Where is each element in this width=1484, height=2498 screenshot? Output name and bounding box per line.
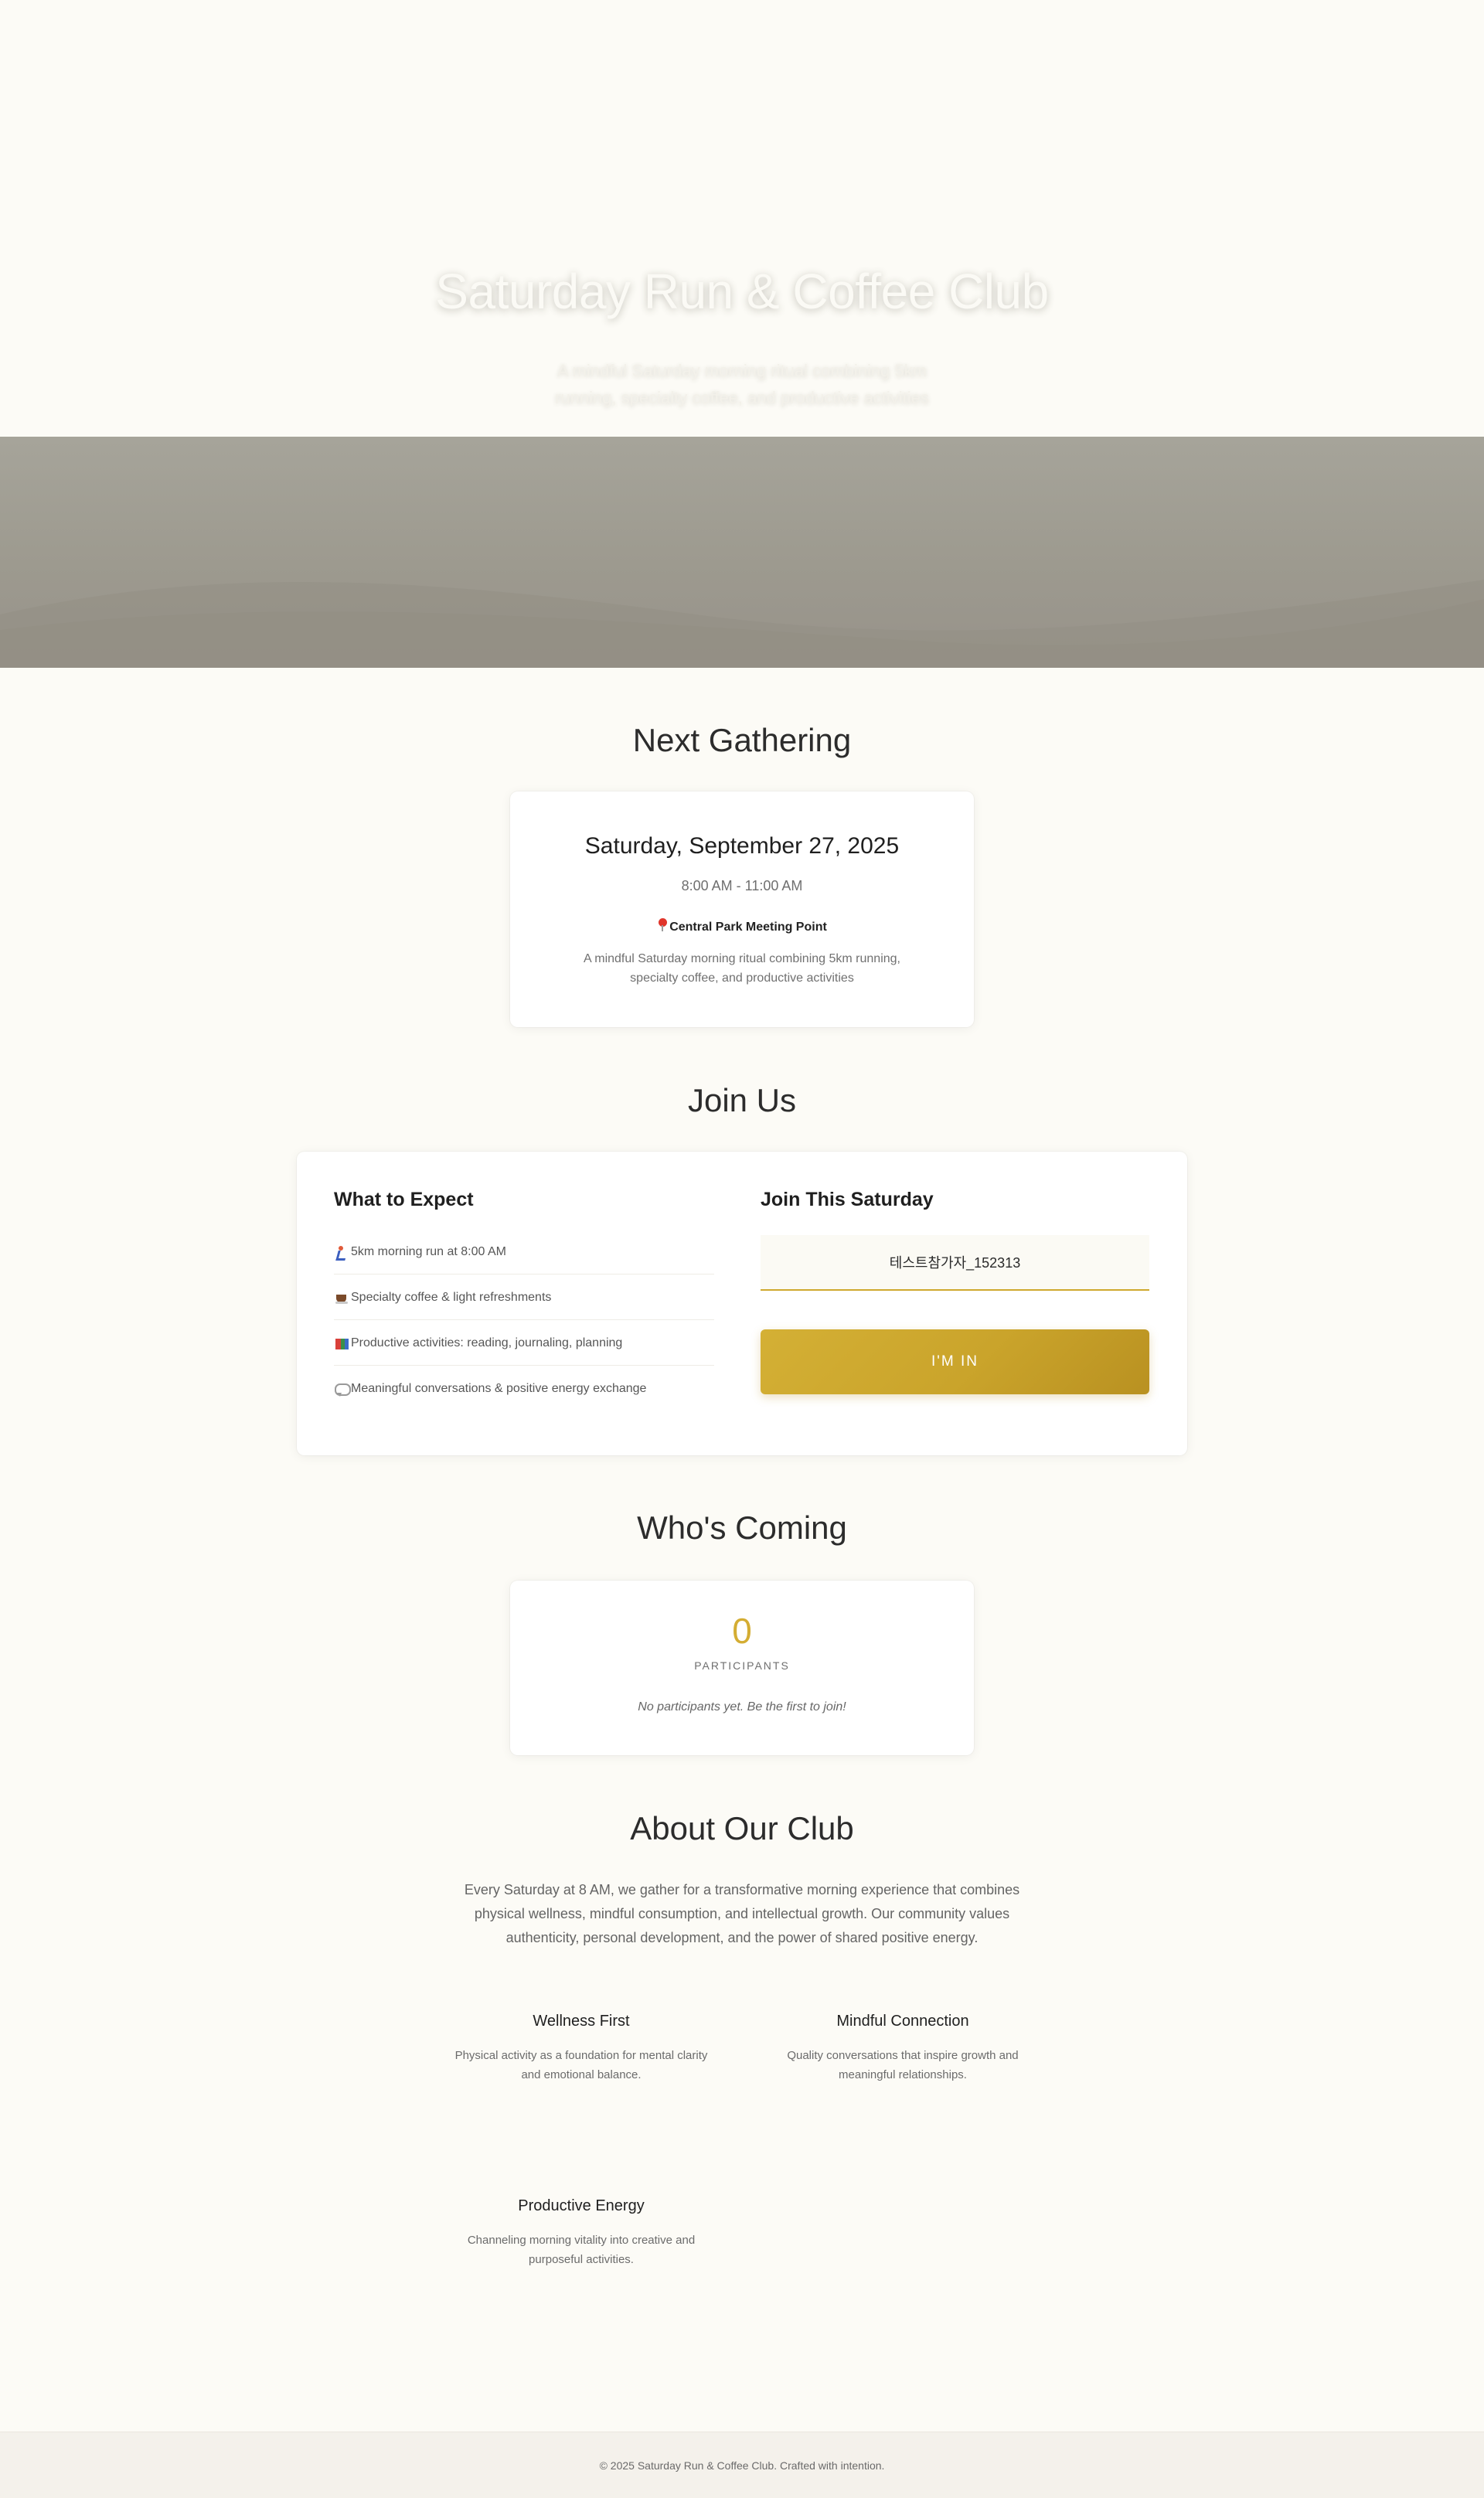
participant-count: 0: [732, 1611, 752, 1651]
expect-item-coffee: Specialty coffee & light refreshments: [334, 1275, 714, 1320]
expect-item-label: Specialty coffee & light refreshments: [351, 1291, 552, 1304]
gathering-time: 8:00 AM - 11:00 AM: [681, 878, 803, 893]
feature-wellness-first: Wellness First Physical activity as a fo…: [450, 2013, 713, 2085]
empty-participants-message: No participants yet. Be the first to joi…: [638, 1700, 846, 1714]
books-icon: [334, 1336, 349, 1351]
hero-subtitle: A mindful Saturday morning ritual combin…: [555, 361, 929, 407]
expect-item-label: Meaningful conversations & positive ener…: [351, 1382, 647, 1395]
expect-item-run: 5km morning run at 8:00 AM: [334, 1229, 714, 1275]
about-text: Every Saturday at 8 AM, we gather for a …: [464, 1882, 1020, 1945]
feature-title: Wellness First: [533, 2013, 630, 2030]
feature-productive-energy: Productive Energy Channeling morning vit…: [450, 2197, 713, 2269]
speech-bubble-icon: [334, 1381, 351, 1397]
hero-title: Saturday Run & Coffee Club: [435, 264, 1049, 319]
gathering-description: A mindful Saturday morning ritual combin…: [584, 952, 900, 985]
expect-item-activities: Productive activities: reading, journali…: [334, 1320, 714, 1366]
join-us-card: What to Expect Join This Saturday 5km mo…: [297, 1152, 1187, 1455]
gathering-location-label: Central Park Meeting Point: [669, 921, 827, 934]
feature-title: Productive Energy: [518, 2197, 645, 2214]
about-heading: About Our Club: [630, 1810, 854, 1846]
expect-item-label: 5km morning run at 8:00 AM: [351, 1245, 506, 1258]
whos-coming-heading: Who's Coming: [637, 1509, 847, 1546]
page: Saturday Run & Coffee Club A mindful Sat…: [0, 0, 1484, 2498]
what-to-expect-heading: What to Expect: [334, 1189, 474, 1210]
participant-name-input[interactable]: [761, 1235, 1149, 1291]
runner-icon: [334, 1244, 349, 1260]
next-gathering-heading: Next Gathering: [632, 722, 852, 758]
hero: Saturday Run & Coffee Club A mindful Sat…: [0, 0, 1484, 668]
coffee-icon: [334, 1290, 349, 1305]
gathering-date: Saturday, September 27, 2025: [584, 833, 900, 859]
join-form-heading: Join This Saturday: [761, 1189, 934, 1210]
hero-wave-graphic: [0, 580, 1484, 668]
feature-description: Channeling morning vitality into creativ…: [467, 2234, 696, 2266]
join-us-heading: Join Us: [687, 1082, 797, 1118]
expect-item-label: Productive activities: reading, journali…: [351, 1336, 623, 1349]
footer-text: © 2025 Saturday Run & Coffee Club. Craft…: [599, 2459, 885, 2472]
next-gathering-card: Saturday, September 27, 2025 8:00 AM - 1…: [510, 791, 974, 1027]
feature-title: Mindful Connection: [836, 2013, 969, 2030]
participants-card: 0 PARTICIPANTS No participants yet. Be t…: [510, 1581, 974, 1755]
pin-icon: [657, 918, 668, 932]
gathering-location: Central Park Meeting Point: [510, 918, 974, 934]
feature-description: Quality conversations that inspire growt…: [787, 2049, 1019, 2081]
feature-mindful-connection: Mindful Connection Quality conversations…: [771, 2013, 1034, 2085]
hero-band: [0, 437, 1484, 668]
im-in-button[interactable]: I'M IN: [761, 1329, 1149, 1394]
participant-count-label: PARTICIPANTS: [694, 1659, 790, 1672]
feature-description: Physical activity as a foundation for me…: [454, 2049, 708, 2081]
footer: © 2025 Saturday Run & Coffee Club. Craft…: [0, 2432, 1484, 2498]
expect-item-conversations: Meaningful conversations & positive ener…: [334, 1366, 714, 1411]
